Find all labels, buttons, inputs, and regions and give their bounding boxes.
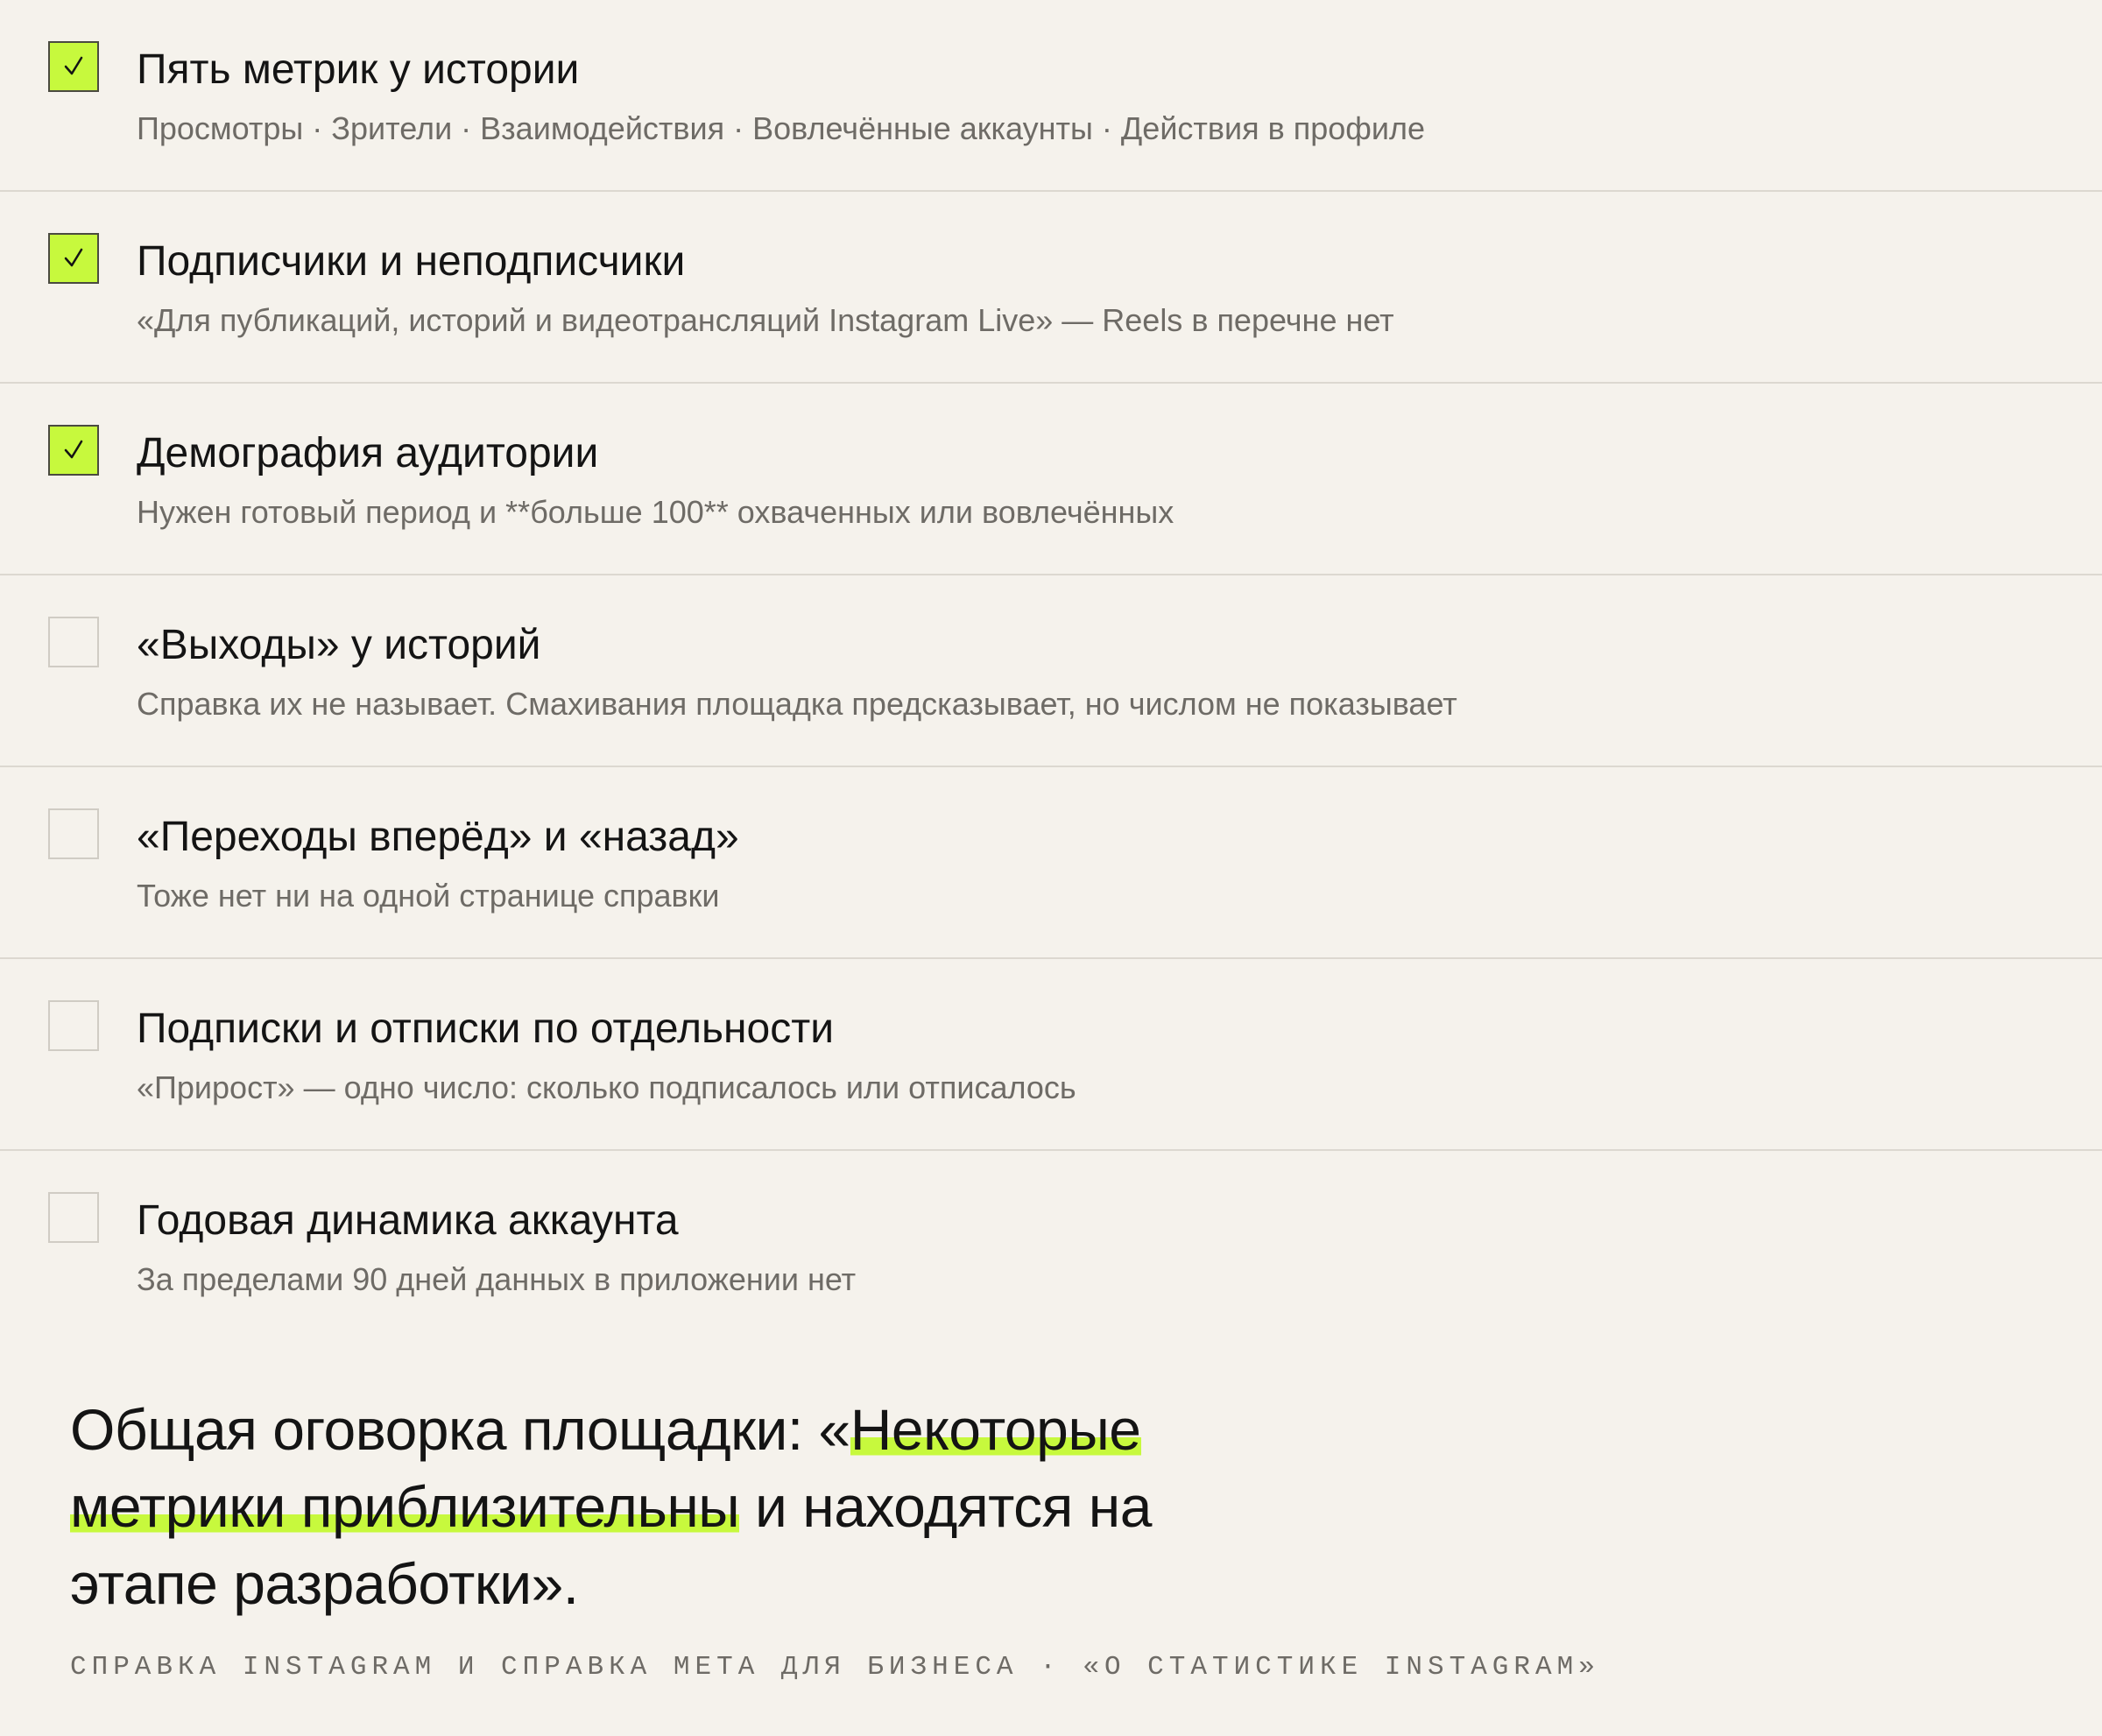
checkbox[interactable] <box>48 41 99 92</box>
checkmark-icon <box>64 440 83 459</box>
checkbox[interactable] <box>48 1192 99 1243</box>
checklist: Пять метрик у истории Просмотры · Зрител… <box>0 0 2102 1343</box>
item-description: «Для публикаций, историй и видеотрансляц… <box>137 302 1394 338</box>
checklist-item: «Выходы» у историй Справка их не называе… <box>0 575 2102 767</box>
checkbox[interactable] <box>48 808 99 859</box>
item-title: «Переходы вперёд» и «назад» <box>137 814 739 860</box>
item-description: Просмотры · Зрители · Взаимодействия · В… <box>137 110 1426 146</box>
item-description: Тоже нет ни на одной странице справки <box>137 878 720 914</box>
item-title: Пять метрик у истории <box>137 46 580 93</box>
checkmark-icon <box>64 56 83 75</box>
platform-disclaimer-quote: Общая оговорка площадки: «Некоторые метр… <box>70 1391 1296 1622</box>
item-title: Годовая динамика аккаунта <box>137 1197 679 1244</box>
checkmark-icon <box>64 248 83 267</box>
item-description: «Прирост» — одно число: сколько подписал… <box>137 1069 1076 1105</box>
checklist-item: «Переходы вперёд» и «назад» Тоже нет ни … <box>0 767 2102 959</box>
item-title: Подписки и отписки по отдельности <box>137 1006 835 1052</box>
item-description: Нужен готовый период и **больше 100** ох… <box>137 494 1174 530</box>
item-title: Подписчики и неподписчики <box>137 238 686 285</box>
checklist-item: Подписки и отписки по отдельности «Приро… <box>0 959 2102 1151</box>
checklist-item: Пять метрик у истории Просмотры · Зрител… <box>0 0 2102 192</box>
item-description: Справка их не называет. Смахивания площа… <box>137 686 1457 722</box>
source-caption: СПРАВКА INSTAGRAM И СПРАВКА МЕТА ДЛЯ БИЗ… <box>70 1652 1600 1683</box>
item-description: За пределами 90 дней данных в приложении… <box>137 1261 857 1297</box>
item-title: «Выходы» у историй <box>137 622 541 668</box>
item-title: Демография аудитории <box>137 430 599 476</box>
checkbox[interactable] <box>48 617 99 667</box>
checklist-item: Демография аудитории Нужен готовый перио… <box>0 384 2102 575</box>
checkbox[interactable] <box>48 425 99 476</box>
checkbox[interactable] <box>48 1000 99 1051</box>
checklist-item: Подписчики и неподписчики «Для публикаци… <box>0 192 2102 384</box>
checklist-item: Годовая динамика аккаунта За пределами 9… <box>0 1151 2102 1343</box>
checkbox[interactable] <box>48 233 99 284</box>
quote-lead: Общая оговорка площадки: « <box>70 1397 850 1462</box>
